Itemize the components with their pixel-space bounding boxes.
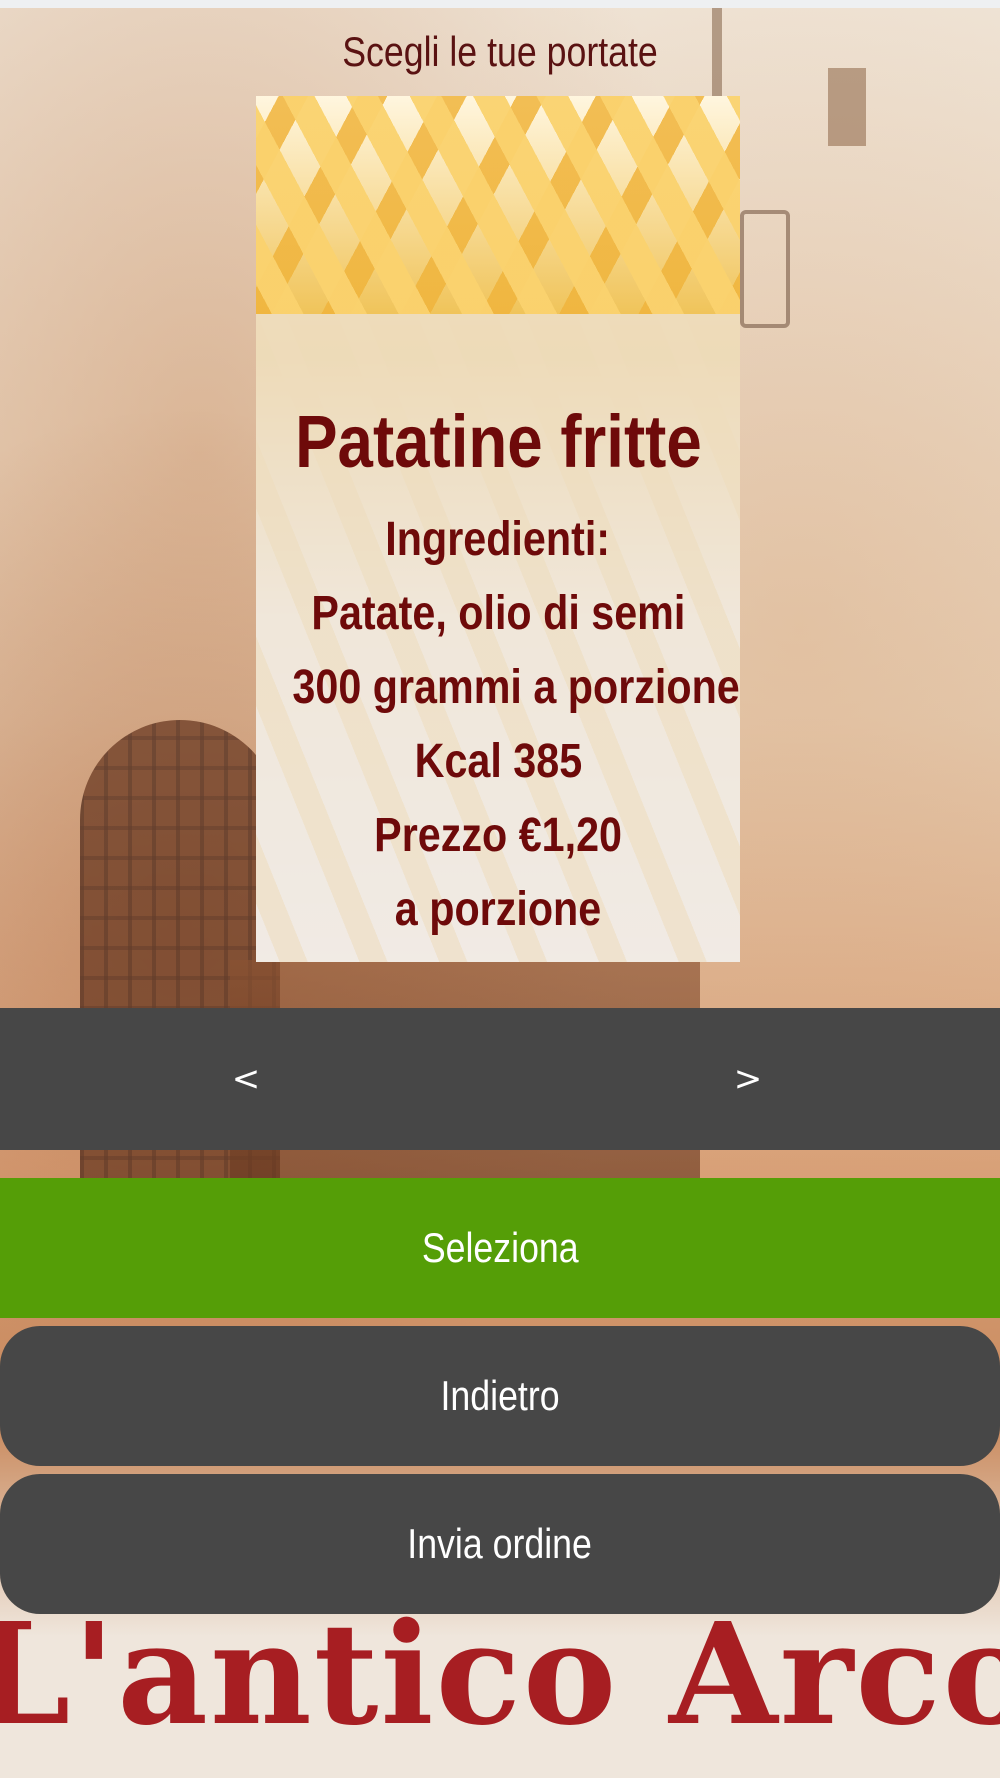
status-bar-strip <box>0 0 1000 8</box>
previous-dish-button[interactable]: < <box>186 1008 306 1150</box>
dish-price: Prezzo €1,20 <box>374 809 622 862</box>
carousel-nav-bar: < > <box>0 1008 1000 1150</box>
next-dish-button[interactable]: > <box>688 1008 808 1150</box>
dish-price-unit: a porzione <box>394 883 602 936</box>
dish-ingredients: Patate, olio di semi <box>311 587 685 640</box>
select-button-label: Seleziona <box>421 1224 579 1271</box>
send-order-button-label: Invia ordine <box>407 1520 593 1567</box>
dish-ingredients-heading: Ingredienti: <box>385 513 611 566</box>
select-button[interactable]: Seleziona <box>0 1178 1000 1318</box>
dish-info: Patatine fritte Ingredienti: Patate, oli… <box>256 314 740 962</box>
restaurant-sign-logo: L'antico Arco <box>0 1593 1000 1757</box>
page-title: Scegli le tue portate <box>342 28 658 75</box>
back-button[interactable]: Indietro <box>0 1326 1000 1466</box>
background-lantern <box>740 210 790 328</box>
back-button-label: Indietro <box>440 1372 560 1419</box>
send-order-button[interactable]: Invia ordine <box>0 1474 1000 1614</box>
dish-portion-size: 300 grammi a porzione <box>292 661 740 714</box>
dish-card: Patatine fritte Ingredienti: Patate, oli… <box>256 96 740 962</box>
dish-calories: Kcal 385 <box>414 735 582 788</box>
dish-name: Patatine fritte <box>294 400 702 483</box>
dish-photo <box>256 96 740 314</box>
